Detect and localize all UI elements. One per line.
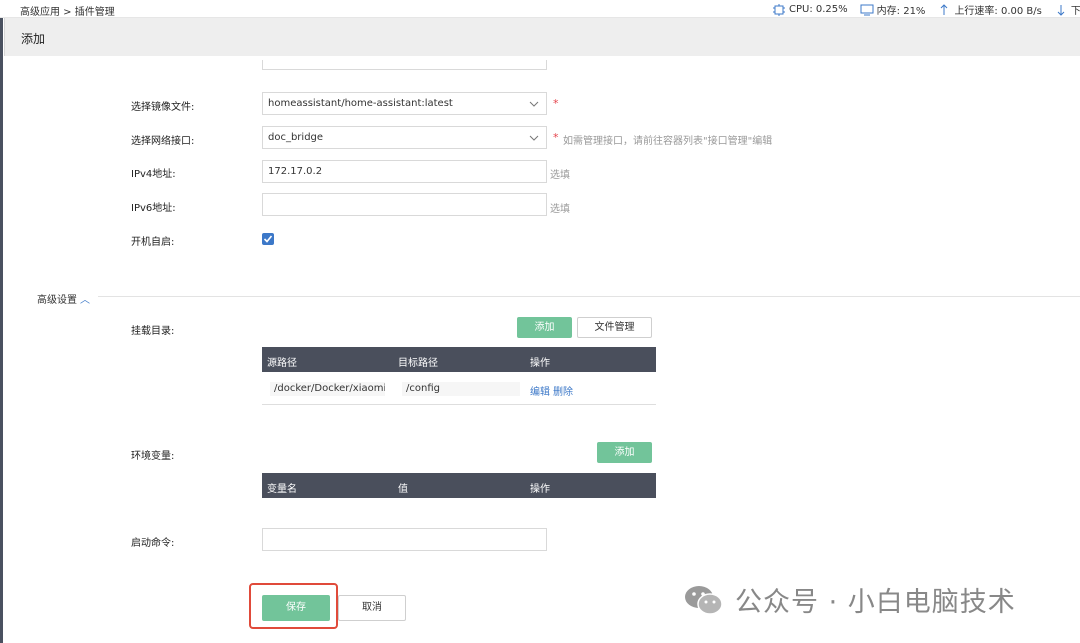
watermark: 公众号 · 小白电脑技术: [683, 580, 1016, 619]
section-divider: [98, 296, 1080, 297]
edit-link[interactable]: 编辑: [530, 383, 550, 398]
top-status-bar: 高级应用 > 插件管理 CPU: 0.25% 内存: 21% 上行速率: 0.0…: [0, 0, 1080, 18]
column-header: 源路径: [267, 358, 297, 369]
env-table-header: 变量名 值 操作: [262, 473, 656, 498]
page-title-bar: 添加: [4, 18, 1080, 56]
advanced-settings-toggle[interactable]: 高级设置 ︿: [37, 291, 90, 306]
advanced-settings-title: 高级设置: [37, 295, 77, 306]
table-row: /docker/Docker/xiaomi/c /config 编辑 删除: [262, 373, 656, 405]
env-label: 环境变量:: [131, 451, 175, 462]
image-select-value: homeassistant/home-assistant:latest: [268, 98, 453, 109]
ipv4-label: IPv4地址:: [131, 169, 176, 180]
download-value: 下行: [1070, 6, 1080, 17]
target-path-input[interactable]: /config: [402, 382, 520, 396]
chevron-up-icon: ︿: [80, 295, 90, 306]
network-select-value: doc_bridge: [268, 132, 324, 143]
network-select[interactable]: doc_bridge: [262, 126, 547, 149]
left-frame-edge: [0, 18, 3, 643]
monitor-icon: [860, 4, 874, 16]
memory-stat: 内存: 21%: [860, 2, 926, 17]
column-header: 值: [398, 484, 408, 495]
cpu-stat: CPU: 0.25%: [772, 3, 848, 16]
upload-value: 上行速率: 0.00 B/s: [954, 6, 1042, 17]
chevron-down-icon: [528, 97, 540, 109]
ipv4-input[interactable]: 172.17.0.2: [262, 160, 547, 183]
file-manager-button[interactable]: 文件管理: [577, 317, 652, 338]
download-stat: 下行: [1054, 2, 1080, 17]
page-title: 添加: [21, 32, 46, 46]
column-header: 目标路径: [398, 358, 438, 369]
mount-table-header: 源路径 目标路径 操作: [262, 347, 656, 372]
wechat-icon: [683, 582, 725, 618]
cut-input-fragment[interactable]: [262, 60, 547, 70]
command-label: 启动命令:: [131, 538, 175, 549]
watermark-text: 公众号 · 小白电脑技术: [735, 587, 1016, 618]
cpu-value: CPU: 0.25%: [789, 4, 848, 15]
memory-value: 内存: 21%: [876, 6, 926, 17]
add-env-button[interactable]: 添加: [597, 442, 652, 463]
autostart-label: 开机自启:: [131, 237, 175, 248]
image-label: 选择镜像文件:: [131, 102, 195, 113]
mount-label: 挂载目录:: [131, 326, 175, 337]
breadcrumb[interactable]: 高级应用 > 插件管理: [20, 3, 115, 18]
ipv6-label: IPv6地址:: [131, 203, 176, 214]
save-button[interactable]: 保存: [262, 595, 330, 621]
check-icon: [263, 235, 273, 243]
ipv4-hint: 选填: [550, 170, 570, 181]
cpu-icon: [772, 3, 786, 16]
ipv6-input[interactable]: [262, 193, 547, 216]
system-stats: CPU: 0.25% 内存: 21% 上行速率: 0.00 B/s 下行: [772, 2, 1080, 17]
add-mount-button[interactable]: 添加: [517, 317, 572, 338]
scrolled-off-row: [131, 60, 831, 80]
autostart-checkbox[interactable]: [262, 233, 274, 245]
cancel-button[interactable]: 取消: [338, 595, 406, 621]
upload-stat: 上行速率: 0.00 B/s: [937, 2, 1042, 17]
ipv6-hint: 选填: [550, 204, 570, 215]
arrow-up-icon: [937, 3, 951, 16]
column-header: 变量名: [267, 484, 297, 495]
source-path-input[interactable]: /docker/Docker/xiaomi/c: [270, 382, 385, 396]
image-select[interactable]: homeassistant/home-assistant:latest: [262, 92, 547, 115]
delete-link[interactable]: 删除: [553, 383, 573, 398]
column-header: 操作: [530, 484, 550, 495]
arrow-down-icon: [1054, 4, 1068, 16]
chevron-down-icon: [528, 131, 540, 143]
required-mark: *: [553, 131, 559, 144]
network-label: 选择网络接口:: [131, 136, 195, 147]
network-hint: 如需管理接口，请前往容器列表"接口管理"编辑: [563, 136, 773, 147]
column-header: 操作: [530, 358, 550, 369]
command-input[interactable]: [262, 528, 547, 551]
required-mark: *: [553, 97, 559, 110]
